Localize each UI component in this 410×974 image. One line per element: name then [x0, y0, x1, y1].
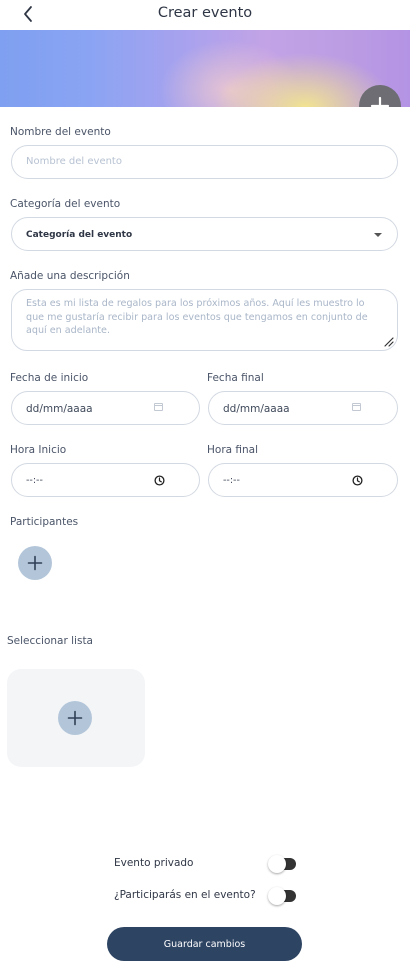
- calendar-icon[interactable]: [352, 403, 361, 411]
- add-cover-button[interactable]: [359, 85, 401, 107]
- plus-icon: [27, 555, 43, 571]
- event-name-placeholder: Nombre del evento: [26, 156, 122, 167]
- event-cover-banner: [0, 30, 410, 107]
- participants-label: Participantes: [10, 516, 79, 528]
- select-list-label: Seleccionar lista: [7, 635, 93, 647]
- event-name-input[interactable]: Nombre del evento: [11, 145, 398, 179]
- add-participant-button[interactable]: [18, 546, 52, 580]
- description-placeholder: Esta es mi lista de regalos para los pró…: [26, 298, 368, 336]
- end-time-input[interactable]: --:--: [208, 463, 398, 497]
- clock-icon[interactable]: [154, 475, 165, 486]
- select-list-card[interactable]: [7, 669, 145, 767]
- add-list-button[interactable]: [58, 701, 92, 735]
- category-selected-value: Categoría del evento: [26, 230, 133, 240]
- plus-icon: [67, 710, 83, 726]
- calendar-icon[interactable]: [154, 403, 163, 411]
- start-time-label: Hora Inicio: [10, 444, 67, 456]
- participate-toggle[interactable]: [268, 887, 296, 905]
- category-select[interactable]: Categoría del evento: [11, 217, 398, 251]
- end-date-label: Fecha final: [207, 372, 264, 384]
- private-event-toggle[interactable]: [268, 855, 296, 873]
- top-bar: Crear evento: [0, 0, 410, 30]
- participate-label: ¿Participarás en el evento?: [114, 889, 256, 901]
- description-label: Añade una descripción: [10, 270, 130, 282]
- end-time-value: --:--: [223, 475, 240, 486]
- caret-down-icon: [374, 233, 382, 237]
- end-date-value: dd/mm/aaaa: [223, 403, 290, 415]
- resize-handle-icon[interactable]: [384, 337, 394, 347]
- plus-icon: [370, 96, 390, 107]
- page-title: Crear evento: [157, 5, 253, 21]
- toggle-knob: [268, 855, 286, 873]
- private-event-label: Evento privado: [114, 857, 194, 869]
- category-label: Categoría del evento: [10, 198, 121, 210]
- toggle-knob: [268, 887, 286, 905]
- description-textarea[interactable]: Esta es mi lista de regalos para los pró…: [11, 289, 398, 351]
- end-date-input[interactable]: dd/mm/aaaa: [208, 391, 398, 425]
- end-time-label: Hora final: [207, 444, 259, 456]
- start-time-input[interactable]: --:--: [11, 463, 200, 497]
- start-date-input[interactable]: dd/mm/aaaa: [11, 391, 200, 425]
- save-changes-button[interactable]: Guardar cambios: [107, 927, 302, 961]
- start-time-value: --:--: [26, 475, 43, 486]
- clock-icon[interactable]: [352, 475, 363, 486]
- start-date-value: dd/mm/aaaa: [26, 403, 93, 415]
- event-name-label: Nombre del evento: [10, 126, 111, 138]
- start-date-label: Fecha de inicio: [10, 372, 89, 384]
